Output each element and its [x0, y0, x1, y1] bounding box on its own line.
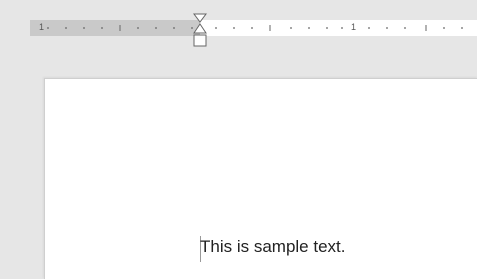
- ruler-bar: 1 1: [0, 0, 477, 56]
- ruler-number: 1: [351, 22, 357, 32]
- ruler-number: 1: [39, 22, 45, 32]
- indent-marker-icon[interactable]: [192, 13, 208, 53]
- document-text[interactable]: This is sample text.: [200, 237, 346, 257]
- horizontal-ruler[interactable]: 1 1: [30, 20, 477, 36]
- ruler-tick-marks: [47, 25, 463, 31]
- document-page[interactable]: This is sample text.: [44, 78, 477, 279]
